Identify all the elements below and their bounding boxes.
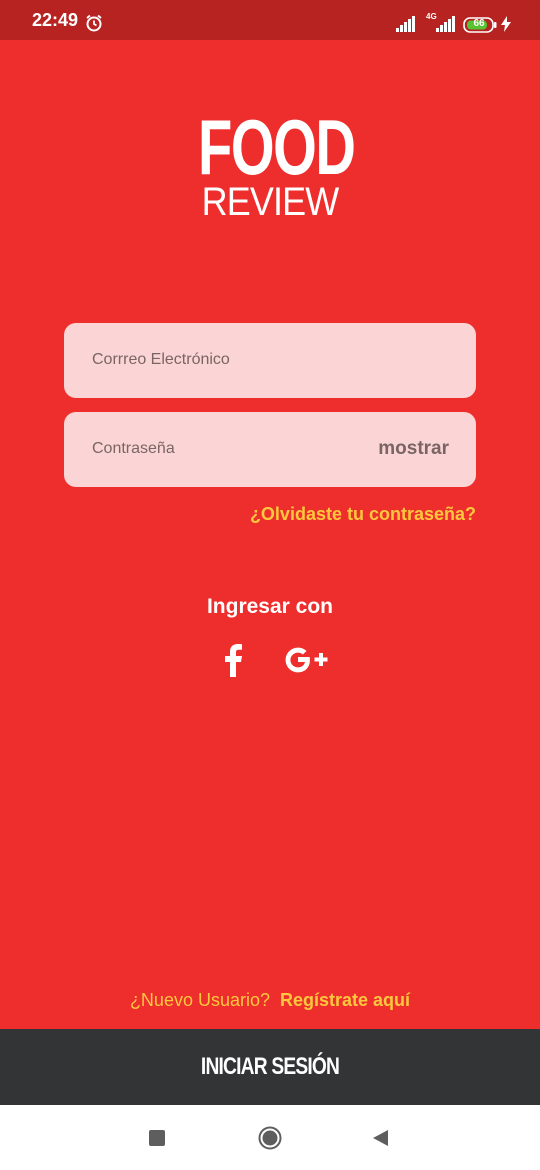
show-password-button[interactable]: mostrar <box>378 438 449 460</box>
alarm-icon <box>86 14 102 32</box>
social-login-title: Ingresar con <box>206 595 334 618</box>
home-icon[interactable] <box>258 1126 282 1150</box>
app-logo: FOOD REVIEW <box>170 108 370 222</box>
google-plus-icon[interactable] <box>284 645 330 675</box>
logo-food: FOOD <box>198 103 356 191</box>
signup-link[interactable]: Regístrate aquí <box>280 990 410 1010</box>
forgot-password-link[interactable]: ¿Olvidaste tu contraseña? <box>250 504 476 525</box>
password-field[interactable]: Contraseña mostrar <box>64 412 476 487</box>
signup-row: ¿Nuevo Usuario? Regístrate aquí <box>0 990 540 1011</box>
signal-icon <box>396 16 415 32</box>
back-icon[interactable] <box>371 1129 389 1147</box>
charging-bolt-icon <box>501 16 511 32</box>
recent-apps-icon[interactable] <box>149 1130 165 1146</box>
facebook-icon[interactable] <box>222 643 244 677</box>
logo-review: REVIEW <box>201 180 340 224</box>
battery-level: 66 <box>473 18 485 29</box>
password-placeholder: Contraseña <box>92 440 175 457</box>
system-nav-bar <box>0 1105 540 1170</box>
new-user-label: ¿Nuevo Usuario? <box>129 990 270 1010</box>
status-bar: 22:49 4G 66 <box>0 0 540 40</box>
login-button-label: INICIAR SESIÓN <box>200 1053 340 1080</box>
login-button[interactable]: INICIAR SESIÓN <box>0 1029 540 1105</box>
email-placeholder: Corrreo Electrónico <box>92 351 230 368</box>
email-field[interactable]: Corrreo Electrónico <box>64 323 476 398</box>
status-time: 22:49 <box>32 10 79 30</box>
signal-icon-2 <box>436 16 455 32</box>
